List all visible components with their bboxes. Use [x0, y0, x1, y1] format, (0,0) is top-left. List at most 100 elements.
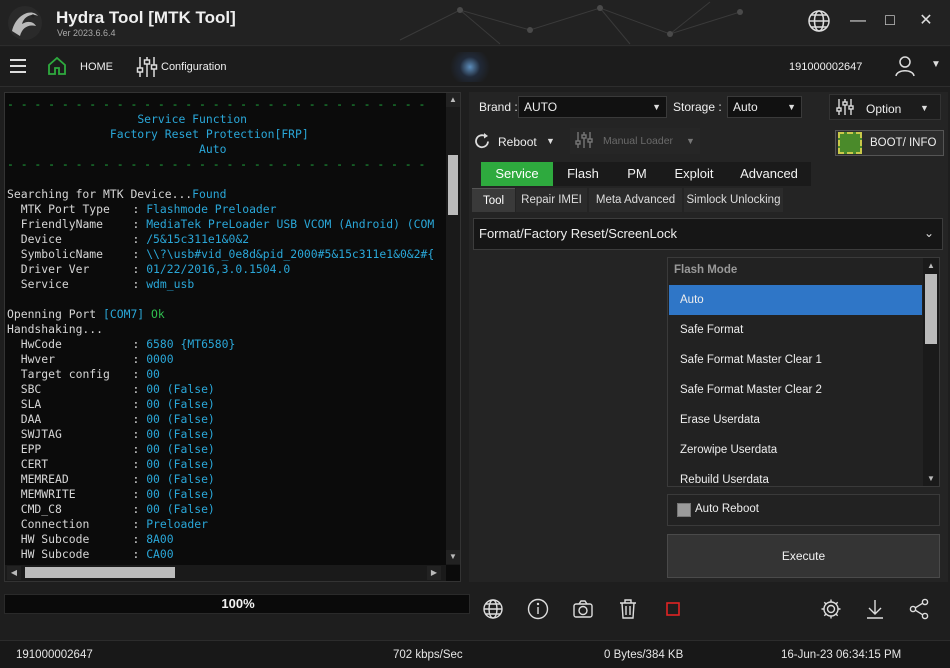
hw-info-row: CMD_C8: 00 (False) [20, 502, 215, 516]
nav-serial-number: 191000002647 [789, 61, 863, 73]
home-icon[interactable] [46, 55, 68, 77]
hw-info-row: SWJTAG: 00 (False) [20, 427, 215, 441]
flash-mode-list: Flash Mode Auto Safe Format Safe Format … [667, 257, 940, 487]
hw-info-row: MEMREAD: 00 (False) [20, 472, 215, 486]
app-title: Hydra Tool [MTK Tool] [56, 8, 236, 27]
download-icon[interactable] [864, 598, 886, 620]
tab-pm[interactable]: PM [613, 162, 661, 186]
tab-meta-advanced[interactable]: Meta Advanced [589, 188, 682, 212]
tab-exploit[interactable]: Exploit [661, 162, 727, 186]
status-bar: 191000002647 702 kbps/Sec 0 Bytes/384 KB… [0, 640, 950, 668]
list-item[interactable]: Erase Userdata [669, 405, 922, 435]
chevron-down-icon: ▼ [652, 102, 661, 112]
list-item[interactable]: Rebuild Userdata [669, 465, 922, 486]
device-info-row: SymbolicName: \\?\usb#vid_0e8d&pid_2000#… [20, 247, 435, 261]
camera-icon[interactable] [572, 598, 594, 620]
close-button[interactable]: ✕ [914, 10, 938, 32]
tab-advanced[interactable]: Advanced [727, 162, 811, 186]
boot-info-button[interactable]: BOOT/ INFO [835, 130, 944, 156]
manual-loader-button[interactable]: Manual Loader ▼ [570, 128, 700, 154]
minimize-button[interactable]: — [846, 10, 870, 32]
console-header-line: Factory Reset Protection[FRP] [109, 127, 309, 141]
chevron-down-icon: ▼ [686, 136, 695, 146]
nav-home-link[interactable]: HOME [80, 61, 113, 73]
reboot-label: Reboot [498, 135, 537, 149]
tab-tool[interactable]: Tool [472, 188, 515, 212]
list-item[interactable]: Safe Format Master Clear 1 [669, 345, 922, 375]
brand-label: Brand : [479, 100, 518, 114]
console-log: - - - - - - - - - - - - - - - - - - - - … [4, 92, 461, 582]
language-globe-icon[interactable] [807, 9, 831, 33]
progress-bar: 100% [4, 594, 470, 614]
sliders-icon [836, 99, 854, 115]
network-decoration [399, 1, 743, 45]
scroll-up-arrow-icon[interactable]: ▲ [446, 93, 460, 107]
scroll-left-arrow-icon[interactable]: ◀ [7, 566, 21, 580]
scroll-right-arrow-icon[interactable]: ▶ [427, 566, 441, 580]
hw-info-row: MEMWRITE: 00 (False) [20, 487, 215, 501]
storage-label: Storage : [673, 100, 722, 114]
user-icon[interactable] [894, 55, 916, 77]
info-icon[interactable] [527, 598, 549, 620]
sliders-icon[interactable] [136, 55, 158, 79]
auto-reboot-label[interactable]: Auto Reboot [695, 503, 759, 515]
stop-icon[interactable] [662, 598, 684, 620]
status-speed: 702 kbps/Sec [393, 649, 463, 661]
hamburger-menu-icon[interactable] [10, 59, 26, 73]
console-hscroll-thumb[interactable] [25, 567, 175, 578]
nav-configuration-link[interactable]: Configuration [161, 61, 226, 73]
list-item[interactable]: Zerowipe Userdata [669, 435, 922, 465]
device-info-row: MTK Port Type: Flashmode Preloader [20, 202, 277, 216]
list-item[interactable]: Safe Format [669, 315, 922, 345]
scroll-up-arrow-icon[interactable]: ▲ [923, 259, 939, 273]
chevron-down-icon[interactable]: ▼ [931, 59, 941, 70]
console-port-status: Ok [151, 307, 165, 321]
globe-icon[interactable] [482, 598, 504, 620]
status-serial: 191000002647 [16, 649, 93, 661]
hydra-logo-icon [8, 6, 42, 40]
option-button[interactable]: Option ▼ [829, 94, 941, 120]
scroll-down-arrow-icon[interactable]: ▼ [923, 472, 939, 486]
console-opening-port: Openning Port [7, 307, 97, 321]
hw-info-list: HwCode: 6580 {MT6580} Hwver: 0000 Target… [7, 337, 236, 561]
console-text: - - - - - - - - - - - - - - - - - - - - … [7, 97, 435, 561]
console-header-line: Auto [199, 142, 227, 156]
tab-simlock-unlocking[interactable]: Simlock Unlocking [684, 188, 783, 212]
auto-reboot-checkbox[interactable] [677, 503, 691, 517]
maximize-button[interactable]: □ [878, 10, 902, 32]
share-icon[interactable] [908, 598, 930, 620]
status-bytes: 0 Bytes/384 KB [604, 649, 684, 661]
hw-info-row: HW Subcode: 8A00 [20, 532, 174, 546]
title-bar: Hydra Tool [MTK Tool] Ver 2023.6.6.4 — □… [0, 0, 950, 46]
execute-button[interactable]: Execute [667, 534, 940, 578]
auto-reboot-row: Auto Reboot [667, 494, 940, 526]
function-select[interactable]: Format/Factory Reset/ScreenLock [473, 218, 943, 250]
reboot-button[interactable]: Reboot ▼ [472, 130, 562, 154]
list-item[interactable]: Safe Format Master Clear 2 [669, 375, 922, 405]
storage-select[interactable]: Auto ▼ [727, 96, 802, 118]
device-info-row: Driver Ver: 01/22/2016,3.0.1504.0 [20, 262, 291, 276]
chip-icon [838, 132, 862, 154]
option-label: Option [866, 102, 902, 116]
console-vscroll-thumb[interactable] [448, 155, 458, 215]
hw-info-row: HW Subcode: CA00 [20, 547, 174, 561]
hw-info-row: CERT: 00 (False) [20, 457, 215, 471]
scroll-down-arrow-icon[interactable]: ▼ [446, 550, 460, 564]
brand-select[interactable]: AUTO ▼ [518, 96, 667, 118]
trash-icon[interactable] [617, 598, 639, 620]
hw-info-row: DAA: 00 (False) [20, 412, 215, 426]
flash-mode-title: Flash Mode [674, 264, 738, 276]
sliders-icon [575, 132, 593, 148]
chevron-down-icon[interactable]: ⌄ [924, 226, 934, 240]
function-select-value: Format/Factory Reset/ScreenLock [479, 226, 677, 241]
device-info-row: Device: /5&15c311e1&0&2 [20, 232, 250, 246]
tab-service[interactable]: Service [481, 162, 553, 186]
list-item[interactable]: Auto [669, 285, 922, 315]
manual-loader-label: Manual Loader [603, 135, 674, 147]
flash-list-scroll-thumb[interactable] [925, 274, 937, 344]
hw-info-row: SBC: 00 (False) [20, 382, 215, 396]
tab-flash[interactable]: Flash [553, 162, 613, 186]
chevron-down-icon: ▼ [787, 102, 796, 112]
tab-repair-imei[interactable]: Repair IMEI [516, 188, 587, 212]
settings-icon[interactable] [820, 598, 842, 620]
